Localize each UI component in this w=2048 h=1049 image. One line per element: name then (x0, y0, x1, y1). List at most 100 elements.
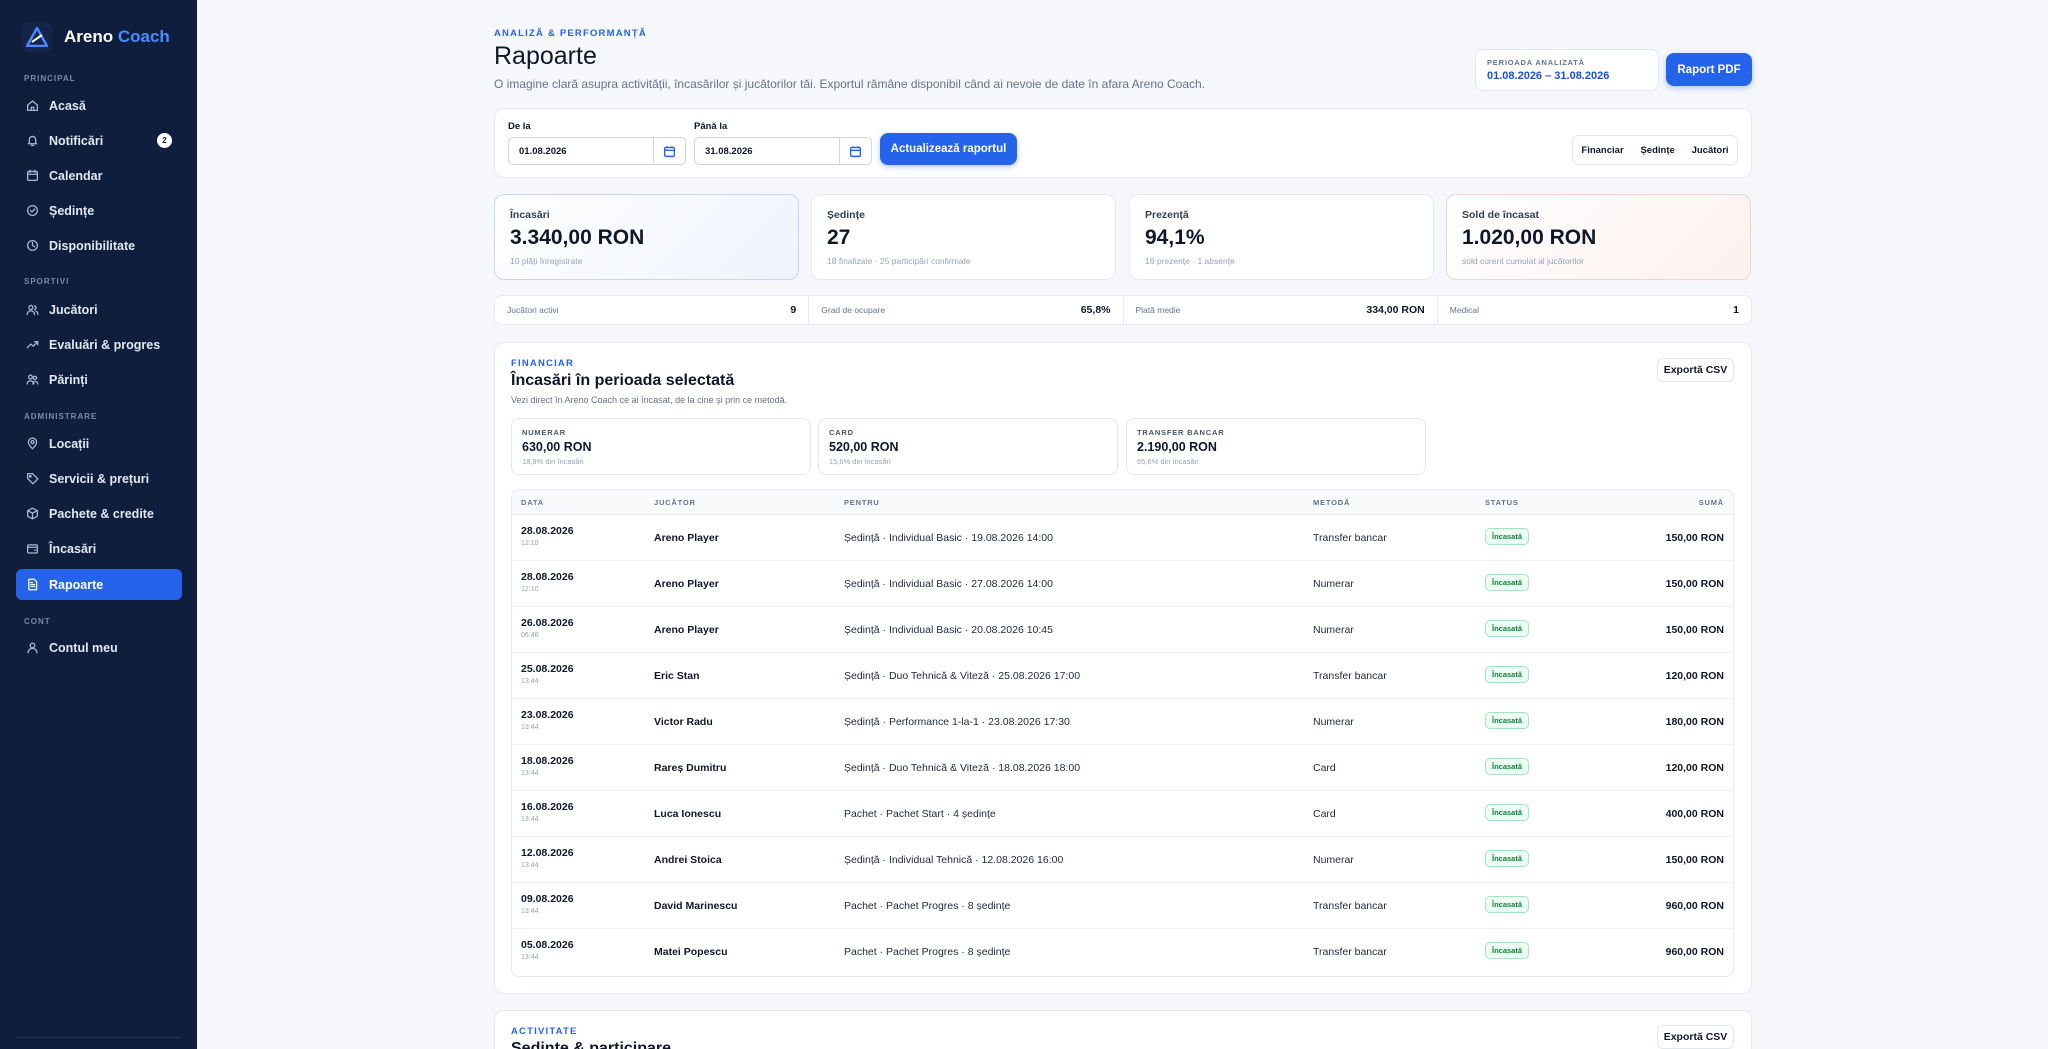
home-icon (26, 100, 39, 112)
wallet-icon (26, 544, 39, 554)
cell-date: 09.08.2026 (521, 893, 574, 905)
sidebar-item-evaluations[interactable]: Evaluări & progres (16, 329, 182, 360)
column-header-sum[interactable]: SUMĂ (1699, 498, 1724, 507)
stat-label: Medical (1449, 305, 1480, 315)
sidebar-item-parents[interactable]: Părinți (16, 364, 182, 395)
table-row[interactable]: 28.08.2026 12:10 Areno Player Ședință · Ind… (512, 561, 1733, 607)
kpi-label: Ședințe (827, 209, 865, 221)
cell-date: 23.08.2026 (521, 709, 574, 721)
sidebar-item-packages[interactable]: Pachete & credite (16, 498, 182, 529)
parents-icon (26, 374, 39, 385)
stat-value: 334,00 RON (1366, 304, 1425, 316)
sidebar-item-notifications[interactable]: Notificări 2 (16, 125, 182, 156)
cell-time: 13:44 (521, 862, 539, 869)
nav-section-sportivi: SPORTIVI (24, 277, 70, 286)
table-row[interactable]: 05.08.2026 13:44 Matei Popescu Pachet · Pac… (512, 929, 1733, 975)
sidebar-item-reports[interactable]: Rapoarte (16, 569, 182, 600)
column-header-date[interactable]: DATA (521, 498, 544, 507)
status-badge: Încasată (1485, 942, 1530, 959)
method-value: 520,00 RON (829, 440, 899, 454)
stat-medical: Medical 1 (1438, 296, 1751, 324)
sidebar-item-availability[interactable]: Disponibilitate (16, 230, 182, 261)
column-header-method[interactable]: METODĂ (1313, 498, 1350, 507)
nav-section-cont: CONT (24, 617, 51, 626)
notification-badge: 2 (157, 133, 172, 148)
cell-for: Ședință · Individual Tehnică · 12.08.202… (844, 854, 1064, 866)
status-badge: Încasată (1485, 528, 1530, 545)
sidebar-item-payments[interactable]: Încasări (16, 533, 182, 564)
table-row[interactable]: 18.08.2026 13:44 Rareș Dumitru Ședință · Du… (512, 745, 1733, 791)
table-row[interactable]: 09.08.2026 13:44 David Marinescu Pachet · P… (512, 883, 1733, 929)
cell-player: Andrei Stoica (654, 854, 722, 866)
kpi-value: 94,1% (1145, 226, 1205, 249)
table-row[interactable]: 12.08.2026 13:44 Andrei Stoica Ședință · In… (512, 837, 1733, 883)
cell-method: Numerar (1313, 716, 1354, 728)
method-value: 630,00 RON (522, 440, 592, 454)
to-date-input[interactable]: 31.08.2026 (694, 137, 872, 165)
sidebar: Areno Coach PRINCIPAL Acasă Notificări 2… (0, 0, 197, 1049)
export-csv-button[interactable]: Exportă CSV (1657, 358, 1734, 382)
period-box: PERIOADA ANALIZATĂ 01.08.2026 – 31.08.20… (1475, 49, 1659, 91)
cell-player: Areno Player (654, 578, 719, 590)
logo-icon (22, 22, 52, 52)
table-row[interactable]: 28.08.2026 12:10 Areno Player Ședință · Ind… (512, 515, 1733, 561)
export-csv-button-activity[interactable]: Exportă CSV (1657, 1025, 1734, 1049)
stats-bar: Jucători activi 9 Grad de ocupare 65,8% … (494, 295, 1752, 325)
cell-for: Pachet · Pachet Start · 4 ședințe (844, 808, 996, 820)
calendar-icon[interactable] (653, 138, 685, 164)
column-header-player[interactable]: JUCĂTOR (654, 498, 696, 507)
payments-table: DATA JUCĂTOR PENTRU METODĂ STATUS SUMĂ 2… (511, 489, 1734, 977)
sidebar-item-label: Calendar (49, 168, 103, 183)
cell-sum: 150,00 RON (1665, 578, 1724, 590)
cell-time: 13:44 (521, 954, 539, 961)
sidebar-item-home[interactable]: Acasă (16, 90, 182, 121)
kpi-note: 16 prezențe · 1 absențe (1145, 256, 1235, 266)
sidebar-item-account[interactable]: Contul meu (16, 632, 182, 663)
sidebar-item-label: Contul meu (49, 640, 118, 655)
update-report-button[interactable]: Actualizează raportul (880, 133, 1017, 165)
pdf-report-button[interactable]: Raport PDF (1666, 53, 1752, 86)
cell-date: 28.08.2026 (521, 525, 574, 537)
sidebar-item-label: Părinți (49, 372, 88, 387)
brand[interactable]: Areno Coach (22, 22, 170, 52)
cell-player: Victor Radu (654, 716, 713, 728)
column-header-for[interactable]: PENTRU (844, 498, 880, 507)
cell-date: 18.08.2026 (521, 755, 574, 767)
sidebar-item-sessions[interactable]: Ședințe (16, 195, 182, 226)
table-row[interactable]: 23.08.2026 13:44 Victor Radu Ședință · Perf… (512, 699, 1733, 745)
table-row[interactable]: 16.08.2026 13:44 Luca Ionescu Pachet · Pach… (512, 791, 1733, 837)
tag-icon (26, 472, 39, 485)
cell-time: 13:44 (521, 770, 539, 777)
kpi-value: 27 (827, 226, 851, 249)
cell-date: 12.08.2026 (521, 847, 574, 859)
to-date-value: 31.08.2026 (705, 145, 753, 157)
cell-sum: 150,00 RON (1665, 532, 1724, 544)
calendar-icon[interactable] (839, 138, 871, 164)
kpi-note: 10 plăți înregistrate (510, 256, 583, 266)
sidebar-item-label: Pachete & credite (49, 506, 154, 521)
page-subtitle: O imagine clară asupra activității, înca… (494, 77, 1206, 91)
tab-sessions[interactable]: Ședințe (1634, 141, 1680, 160)
column-header-status[interactable]: STATUS (1485, 498, 1519, 507)
sidebar-item-label: Disponibilitate (49, 238, 136, 253)
sidebar-item-services[interactable]: Servicii & prețuri (16, 463, 182, 494)
cell-time: 13:44 (521, 724, 539, 731)
table-row[interactable]: 25.08.2026 13:44 Eric Stan Ședință · Duo Te… (512, 653, 1733, 699)
stat-average-payment: Plată medie 334,00 RON (1124, 296, 1438, 324)
sidebar-item-calendar[interactable]: Calendar (16, 160, 182, 191)
method-note: 15,6% din încasări (829, 457, 891, 466)
cell-for: Ședință · Individual Basic · 19.08.2026 … (844, 532, 1053, 544)
status-badge: Încasată (1485, 666, 1530, 683)
trend-up-icon (26, 341, 39, 349)
cell-for: Ședință · Individual Basic · 20.08.2026 … (844, 624, 1053, 636)
sidebar-item-label: Încasări (49, 541, 97, 556)
sidebar-item-locations[interactable]: Locații (16, 428, 182, 459)
tab-financial[interactable]: Financiar (1575, 141, 1629, 160)
from-date-input[interactable]: 01.08.2026 (508, 137, 686, 165)
table-row[interactable]: 26.08.2026 06:46 Areno Player Ședință · Ind… (512, 607, 1733, 653)
cell-date: 25.08.2026 (521, 663, 574, 675)
kpi-card-attendance: Prezență 94,1% 16 prezențe · 1 absențe (1129, 194, 1434, 280)
cell-method: Card (1313, 762, 1336, 774)
sidebar-item-players[interactable]: Jucători (16, 294, 182, 325)
tab-players[interactable]: Jucători (1686, 141, 1735, 160)
